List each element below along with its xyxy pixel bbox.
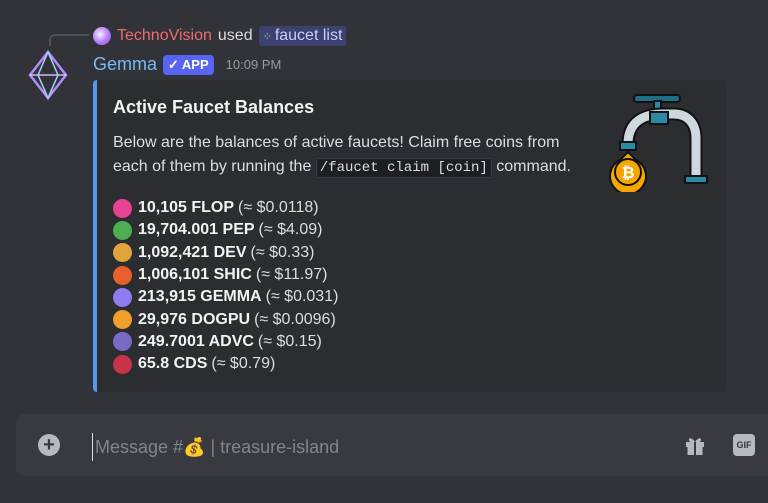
reply-context[interactable]: TechnoVision used ⁘ faucet list <box>93 25 347 47</box>
command-icon: ⁘ <box>262 30 272 43</box>
message-composer: + GIF <box>16 414 768 476</box>
balance-usd-value: (≈ $0.33) <box>250 243 315 261</box>
balance-row: 1,092,421 DEV (≈ $0.33) <box>113 242 338 264</box>
pep-coin-icon <box>113 220 132 240</box>
balance-amount: 19,704.001 PEP <box>138 221 255 239</box>
dogpu-coin-icon <box>113 310 132 330</box>
faucet-bitcoin-icon[interactable]: ₿ <box>608 94 714 192</box>
command-code: /faucet claim [coin] <box>315 158 492 178</box>
reply-username[interactable]: TechnoVision <box>117 27 212 45</box>
balance-usd-value: (≈ $0.15) <box>257 332 322 350</box>
gemma-avatar[interactable] <box>26 50 70 100</box>
balance-row: 65.8 CDS (≈ $0.79) <box>113 353 338 375</box>
command-name: faucet list <box>274 27 343 44</box>
svg-text:₿: ₿ <box>621 164 634 182</box>
checkmark-icon: ✓ <box>168 56 179 72</box>
balance-amount: 249.7001 ADVC <box>138 332 254 350</box>
balance-usd-value: (≈ $0.031) <box>265 288 339 306</box>
balance-row: 249.7001 ADVC (≈ $0.15) <box>113 331 338 353</box>
balance-row: 19,704.001 PEP (≈ $4.09) <box>113 219 338 241</box>
shic-coin-icon <box>113 265 132 285</box>
reply-connector <box>49 34 89 46</box>
embed-description: Below are the balances of active faucets… <box>113 131 593 180</box>
gemma-coin-icon <box>113 287 132 307</box>
embed-card: Active Faucet Balances Below are the bal… <box>93 80 726 392</box>
cds-coin-icon <box>113 354 132 374</box>
message-header: Gemma ✓ APP 10:09 PM <box>93 54 281 75</box>
balance-usd-value: (≈ $0.79) <box>211 355 276 373</box>
balance-amount: 1,006,101 SHIC <box>138 266 252 284</box>
balance-amount: 1,092,421 DEV <box>138 243 247 261</box>
embed-title: Active Faucet Balances <box>113 97 315 117</box>
balance-row: 29,976 DOGPU (≈ $0.0096) <box>113 308 338 330</box>
message-input[interactable] <box>92 433 617 461</box>
balance-row: 1,006,101 SHIC (≈ $11.97) <box>113 264 338 286</box>
balance-list: 10,105 FLOP (≈ $0.0118) 19,704.001 PEP (≈ $… <box>113 197 338 375</box>
balance-amount: 213,915 GEMMA <box>138 288 262 306</box>
balance-amount: 65.8 CDS <box>138 355 208 373</box>
timestamp: 10:09 PM <box>225 57 282 72</box>
app-badge: ✓ APP <box>163 54 214 75</box>
balance-usd-value: (≈ $0.0118) <box>238 199 319 217</box>
balance-amount: 29,976 DOGPU <box>138 310 251 328</box>
flop-coin-icon <box>113 198 132 218</box>
technovision-avatar[interactable] <box>93 27 111 45</box>
description-end: command. <box>491 158 571 175</box>
balance-row: 213,915 GEMMA (≈ $0.031) <box>113 286 338 308</box>
advc-coin-icon <box>113 332 132 352</box>
balance-row: 10,105 FLOP (≈ $0.0118) <box>113 197 338 219</box>
balance-usd-value: (≈ $4.09) <box>258 221 323 239</box>
reply-used-text: used <box>217 27 253 44</box>
dev-coin-icon <box>113 243 132 263</box>
balance-usd-value: (≈ $11.97) <box>255 266 328 284</box>
gif-button[interactable]: GIF <box>733 434 755 456</box>
add-attachment-button[interactable]: + <box>38 434 60 456</box>
balance-amount: 10,105 FLOP <box>138 199 235 217</box>
slash-command-chip[interactable]: ⁘ faucet list <box>258 26 347 46</box>
author-name[interactable]: Gemma <box>93 54 157 75</box>
balance-usd-value: (≈ $0.0096) <box>254 310 336 328</box>
app-badge-label: APP <box>181 57 209 72</box>
gift-icon[interactable] <box>684 434 706 456</box>
